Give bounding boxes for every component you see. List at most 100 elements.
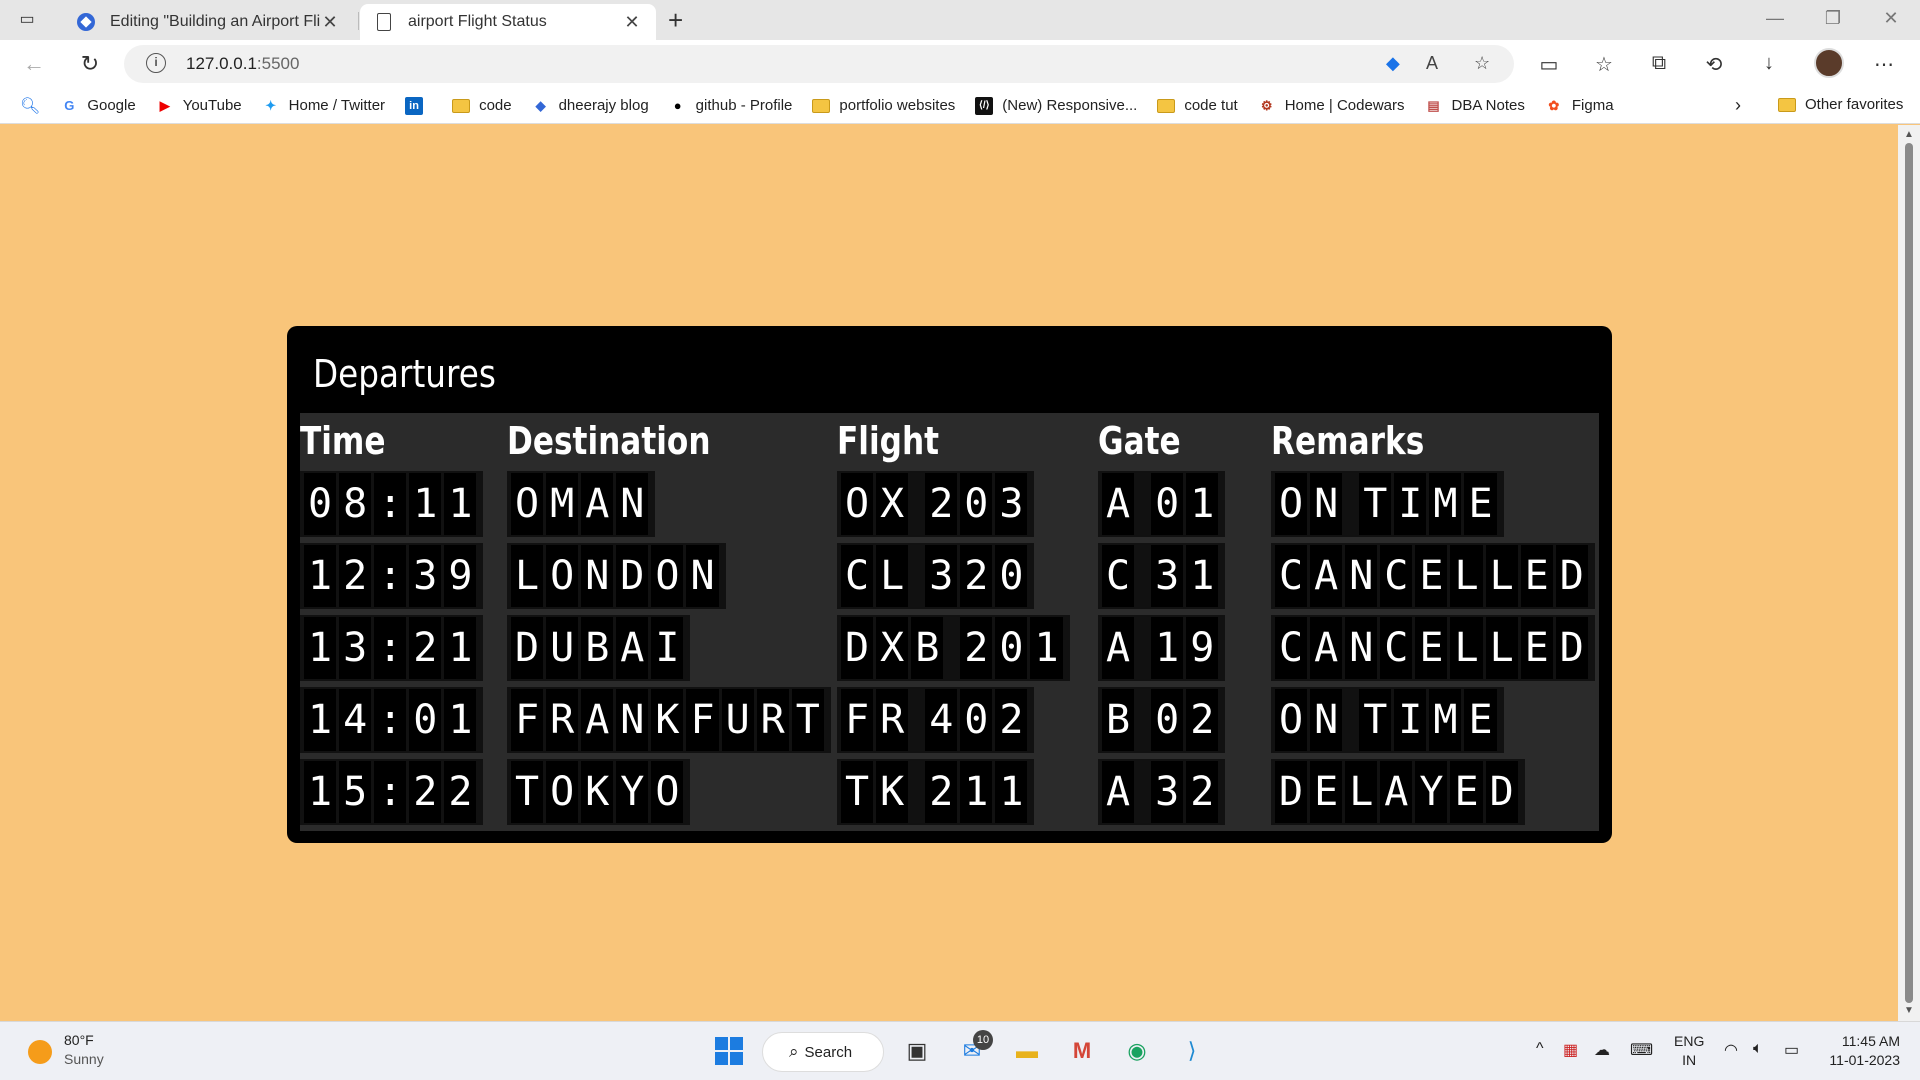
downloads-icon[interactable]: ↓ bbox=[1755, 52, 1783, 75]
bookmark-dba-notes[interactable]: ▤ DBA Notes bbox=[1425, 97, 1525, 115]
weather-sun-icon[interactable] bbox=[28, 1040, 52, 1064]
tab-title: Editing "Building an Airport Fligh bbox=[110, 13, 320, 30]
flap-char: A bbox=[581, 473, 617, 535]
taskbar: 80°F Sunny ⌕ Search ▣ ✉ 10 ▬ M ◉ ⟩ ^ ▦ ☁ ⌨… bbox=[0, 1021, 1920, 1080]
volume-icon[interactable]: 🔈︎ bbox=[1753, 1040, 1763, 1058]
close-window-icon[interactable]: ✕ bbox=[1876, 8, 1906, 29]
onedrive-icon[interactable]: ☁ bbox=[1594, 1040, 1610, 1060]
flap-char: 0 bbox=[960, 473, 996, 535]
restore-icon[interactable]: ❐ bbox=[1818, 8, 1848, 29]
address-bar[interactable]: i 127.0.0.1:5500 ◆ A ☆ bbox=[124, 45, 1514, 83]
new-tab-icon[interactable]: + bbox=[668, 7, 683, 33]
bookmark-twitter[interactable]: ✦ Home / Twitter bbox=[262, 97, 385, 115]
flap-char: 1 bbox=[409, 473, 445, 535]
flap-char: 3 bbox=[339, 617, 375, 679]
gmail-icon[interactable]: M bbox=[1065, 1034, 1099, 1068]
tab-actions-icon[interactable]: ▭ bbox=[16, 9, 38, 31]
file-explorer-icon[interactable]: ▬ bbox=[1010, 1034, 1044, 1068]
tab-title: airport Flight Status bbox=[408, 13, 547, 30]
collections-icon[interactable]: ⧉ bbox=[1645, 52, 1673, 75]
scroll-down-icon[interactable]: ▼ bbox=[1904, 1005, 1914, 1016]
start-icon[interactable] bbox=[712, 1034, 746, 1068]
bookmark-code-tut[interactable]: code tut bbox=[1157, 97, 1238, 115]
flap-gap bbox=[911, 689, 926, 751]
chevron-right-icon[interactable]: › bbox=[1735, 95, 1741, 116]
close-tab-icon[interactable]: ✕ bbox=[320, 12, 340, 33]
system-clock[interactable]: 11:45 AM 11-01-2023 bbox=[1820, 1032, 1900, 1070]
battery-icon[interactable]: ▭ bbox=[1784, 1040, 1799, 1060]
flap-char: C bbox=[1275, 545, 1311, 607]
app-tray-icon[interactable]: ▦ bbox=[1563, 1040, 1578, 1060]
search-icon[interactable]: 🔍︎ bbox=[20, 96, 40, 116]
flap-char: L bbox=[511, 545, 547, 607]
flap-gap bbox=[911, 761, 926, 823]
taskbar-search[interactable]: ⌕ Search bbox=[762, 1032, 884, 1072]
minimize-icon[interactable]: — bbox=[1760, 8, 1790, 29]
task-view-icon[interactable]: ▣ bbox=[900, 1034, 934, 1068]
flap-char: O bbox=[511, 473, 547, 535]
flap-char: 0 bbox=[995, 617, 1031, 679]
bookmark-responsive[interactable]: ⟨/⟩ (New) Responsive... bbox=[975, 96, 1137, 115]
favorites-icon[interactable]: ☆ bbox=[1590, 52, 1618, 77]
cast-icon[interactable]: ▭ bbox=[1535, 52, 1563, 77]
bookmark-github[interactable]: ● github - Profile bbox=[669, 97, 793, 115]
bookmark-linkedin[interactable]: in bbox=[405, 96, 432, 115]
coupon-tag-icon[interactable]: ◆ bbox=[1386, 53, 1400, 74]
flap-char: L bbox=[1345, 761, 1381, 823]
tab-airport-flight-status[interactable]: airport Flight Status ✕ bbox=[360, 4, 656, 40]
cell-gate: A 32 bbox=[1098, 759, 1226, 825]
vscode-icon[interactable]: ⟩ bbox=[1175, 1034, 1209, 1068]
add-favorite-icon[interactable]: ☆ bbox=[1474, 53, 1490, 74]
flap-char: T bbox=[1359, 473, 1395, 535]
edge-icon[interactable]: ◉ bbox=[1120, 1034, 1154, 1068]
bookmark-code[interactable]: code bbox=[452, 97, 512, 115]
scroll-up-icon[interactable]: ▲ bbox=[1904, 129, 1914, 140]
flap-char: 1 bbox=[1151, 617, 1187, 679]
tab-editing[interactable]: Editing "Building an Airport Fligh ✕ bbox=[62, 4, 354, 40]
flap-char: : bbox=[374, 545, 410, 607]
more-menu-icon[interactable]: ⋯ bbox=[1870, 52, 1898, 77]
weather-condition[interactable]: Sunny bbox=[64, 1051, 104, 1067]
scroll-thumb[interactable] bbox=[1905, 143, 1913, 1003]
flap-char: 2 bbox=[339, 545, 375, 607]
cell-remarks: ON TIME bbox=[1271, 687, 1504, 753]
bookmark-figma[interactable]: ✿ Figma bbox=[1545, 97, 1613, 115]
folder-icon bbox=[1778, 97, 1796, 112]
wifi-icon[interactable]: ◠ bbox=[1724, 1040, 1738, 1060]
back-icon[interactable]: ← bbox=[20, 50, 48, 78]
bookmark-google[interactable]: G Google bbox=[60, 97, 135, 115]
mail-icon[interactable]: ✉ 10 bbox=[955, 1030, 993, 1068]
figma-icon: ✿ bbox=[1548, 97, 1560, 113]
flap-char: T bbox=[841, 761, 877, 823]
site-info-icon[interactable]: i bbox=[146, 53, 166, 73]
keyboard-icon[interactable]: ⌨ bbox=[1630, 1040, 1653, 1060]
weather-temperature[interactable]: 80°F bbox=[64, 1032, 94, 1048]
bookmark-other-favorites[interactable]: Other favorites bbox=[1778, 96, 1903, 113]
chevron-up-icon[interactable]: ^ bbox=[1536, 1040, 1544, 1058]
flap-char: T bbox=[1359, 689, 1395, 751]
history-icon[interactable]: ⟲ bbox=[1700, 52, 1728, 77]
vertical-scrollbar[interactable]: ▲ ▼ bbox=[1898, 125, 1920, 1021]
reload-icon[interactable]: ↻ bbox=[76, 50, 104, 78]
profile-avatar[interactable] bbox=[1814, 48, 1844, 78]
bookmark-portfolio[interactable]: portfolio websites bbox=[812, 97, 955, 115]
close-tab-icon[interactable]: ✕ bbox=[622, 12, 642, 33]
language-indicator[interactable]: ENG IN bbox=[1674, 1032, 1704, 1070]
flap-char: F bbox=[511, 689, 547, 751]
column-header-time: Time bbox=[300, 419, 386, 463]
cell-gate: C 31 bbox=[1098, 543, 1226, 609]
cell-destination: FRANKFURT bbox=[507, 687, 831, 753]
responsive-icon: ⟨/⟩ bbox=[975, 96, 994, 115]
bookmark-blog[interactable]: ◆ dheerajy blog bbox=[532, 97, 649, 115]
flap-char: U bbox=[546, 617, 582, 679]
url-text[interactable]: 127.0.0.1:5500 bbox=[186, 54, 299, 74]
cell-remarks: DELAYED bbox=[1271, 759, 1525, 825]
read-aloud-icon[interactable]: A bbox=[1426, 53, 1438, 74]
bookmark-codewars[interactable]: ⚙ Home | Codewars bbox=[1258, 97, 1405, 115]
cell-time: 12:39 bbox=[300, 543, 484, 609]
bookmark-youtube[interactable]: ▶ YouTube bbox=[156, 97, 242, 115]
cell-flight: DXB 201 bbox=[837, 615, 1070, 681]
flap-char: I bbox=[651, 617, 687, 679]
flap-char: 2 bbox=[960, 617, 996, 679]
cell-time: 13:21 bbox=[300, 615, 484, 681]
